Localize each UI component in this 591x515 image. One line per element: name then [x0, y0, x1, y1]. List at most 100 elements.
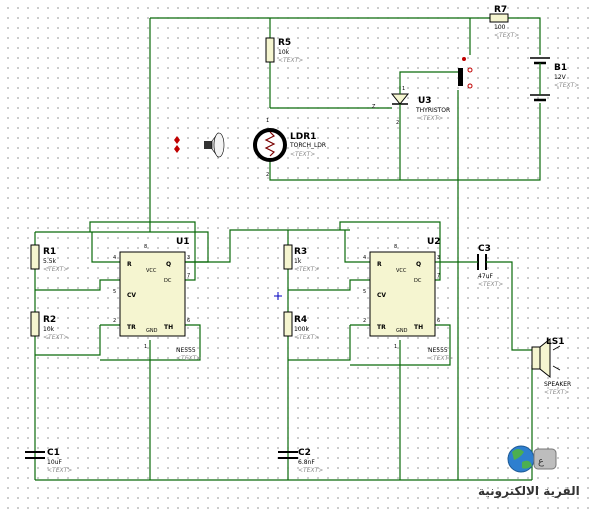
- ldr1-pin-top: 1: [266, 118, 269, 124]
- capacitor-c3[interactable]: C3 47uF <TEXT>: [475, 244, 503, 288]
- u2-pin-tr: TR: [377, 324, 386, 331]
- u1-pin-dc: DC: [164, 278, 172, 284]
- r3-value: 1k: [294, 258, 302, 265]
- b1-text: <TEXT>: [554, 82, 579, 89]
- u1-pin-th: TH: [164, 324, 173, 331]
- r4-text: <TEXT>: [294, 334, 319, 341]
- r4-value: 100k: [294, 326, 309, 333]
- c3-ref: C3: [478, 244, 491, 254]
- capacitor-c1[interactable]: C1 10uF <TEXT>: [25, 448, 72, 474]
- u1-pin-n4: 4: [113, 255, 116, 261]
- u1-pin-n2: 2: [113, 318, 116, 324]
- r1-value: 5.5k: [43, 258, 57, 265]
- r2-value: 10k: [43, 326, 55, 333]
- resistor-r5[interactable]: R5 10k <TEXT>: [265, 37, 303, 64]
- resistor-r3[interactable]: R3 1k <TEXT>: [283, 244, 319, 273]
- c3-text: <TEXT>: [478, 281, 503, 288]
- r3-ref: R3: [294, 247, 307, 257]
- ls1-body[interactable]: [531, 346, 541, 370]
- u2-pin-gnd: GND: [396, 328, 408, 334]
- r5-body[interactable]: [265, 37, 275, 63]
- r1-ref: R1: [43, 247, 56, 257]
- u2-pin-n6: 6: [437, 318, 440, 324]
- u2-pin-dc: DC: [414, 278, 422, 284]
- u3-gate-pin: Z: [372, 104, 376, 110]
- watermark-text: القرية الالكترونية: [478, 484, 580, 498]
- c1-value: 10uF: [47, 459, 62, 466]
- c2-ref: C2: [298, 448, 311, 458]
- r1-body[interactable]: [30, 244, 40, 270]
- speaker-ls1[interactable]: LS1 SPEAKER <TEXT>: [531, 337, 571, 396]
- wire-anode[interactable]: [399, 71, 458, 90]
- r2-ref: R2: [43, 315, 56, 325]
- u2-value: NE555: [428, 347, 448, 354]
- wire-u1-out[interactable]: [185, 229, 350, 263]
- u2-pin-vcc: VCC: [396, 268, 407, 274]
- ldr-ldr1[interactable]: 1 2 LDR1 TORCH_LDR <TEXT>: [253, 118, 326, 178]
- c1-ref: C1: [47, 448, 60, 458]
- r4-ref: R4: [294, 315, 307, 325]
- u2-pin-cv: CV: [377, 292, 386, 299]
- torch-icon[interactable]: [204, 132, 225, 158]
- ic-u1[interactable]: U1 R VCC Q DC CV TR GND TH 4 8 3 7 5 2 1…: [113, 237, 201, 362]
- u3-text: <TEXT>: [418, 115, 443, 122]
- ldr1-pin-bottom: 2: [266, 172, 269, 178]
- schematic-canvas[interactable]: R7 100 <TEXT> B1 12V <TEXT> R5 10k <TEXT…: [0, 0, 591, 515]
- u3-value: THYRISTOR: [415, 107, 450, 114]
- probe-icon[interactable]: [174, 136, 180, 153]
- switch-body[interactable]: [458, 68, 463, 86]
- u2-pin-r: R: [377, 261, 382, 268]
- r7-value: 100: [494, 24, 506, 31]
- r3-body[interactable]: [283, 244, 293, 270]
- ldr1-text: <TEXT>: [290, 151, 315, 158]
- thyristor-u3[interactable]: Z 1 2 U3 THYRISTOR <TEXT>: [372, 86, 450, 126]
- u1-pin-r: R: [127, 261, 132, 268]
- ldr1-value: TORCH_LDR: [289, 142, 326, 149]
- capacitor-c2[interactable]: C2 6.8nF <TEXT>: [278, 448, 323, 474]
- watermark-glyph: ع: [538, 456, 544, 467]
- resistor-r1[interactable]: R1 5.5k <TEXT>: [30, 244, 68, 273]
- u1-pin-gnd: GND: [146, 328, 158, 334]
- r1-text: <TEXT>: [43, 266, 68, 273]
- r4-body[interactable]: [283, 311, 293, 337]
- battery-b1[interactable]: B1 12V <TEXT>: [530, 57, 579, 102]
- u1-value: NE555: [176, 347, 196, 354]
- r7-text: <TEXT>: [494, 32, 519, 39]
- c2-value: 6.8nF: [298, 459, 315, 466]
- ic-u2[interactable]: U2 R VCC Q DC CV TR GND TH 4 8 3 7 5 2 1…: [363, 237, 453, 362]
- u1-pin-cv: CV: [127, 292, 136, 299]
- r5-value: 10k: [278, 49, 290, 56]
- u1-pin-vcc: VCC: [146, 268, 157, 274]
- u3-ref: U3: [418, 96, 432, 106]
- r2-text: <TEXT>: [43, 334, 68, 341]
- u1-pin-n6: 6: [187, 318, 190, 324]
- r3-text: <TEXT>: [294, 266, 319, 273]
- u2-pin-n7: 7: [437, 273, 440, 279]
- u1-pin-tr: TR: [127, 324, 136, 331]
- u3-anode-pin: 1: [402, 86, 405, 92]
- ldr1-ref: LDR1: [290, 132, 316, 142]
- ls1-value: SPEAKER: [544, 381, 571, 388]
- u2-pin-th: TH: [414, 324, 423, 331]
- u2-text: <TEXT>: [428, 355, 453, 362]
- resistor-r7[interactable]: R7 100 <TEXT>: [489, 5, 519, 39]
- u2-pin-n3: 3: [437, 255, 440, 261]
- resistor-r4[interactable]: R4 100k <TEXT>: [283, 311, 319, 341]
- u1-pin-n1: 1: [144, 344, 147, 350]
- u3-body[interactable]: [390, 93, 410, 105]
- u2-pin-n1: 1: [394, 344, 397, 350]
- schematic-svg: R7 100 <TEXT> B1 12V <TEXT> R5 10k <TEXT…: [25, 5, 579, 481]
- r7-ref: R7: [494, 5, 507, 15]
- r2-body[interactable]: [30, 311, 40, 337]
- resistor-r2[interactable]: R2 10k <TEXT>: [30, 311, 68, 341]
- c1-text: <TEXT>: [47, 467, 72, 474]
- u2-pin-n2: 2: [363, 318, 366, 324]
- u1-pin-n8: 8: [144, 244, 147, 250]
- c2-text: <TEXT>: [298, 467, 323, 474]
- r7-body[interactable]: [489, 13, 509, 23]
- switch[interactable]: [458, 57, 473, 89]
- u1-ref: U1: [176, 237, 190, 247]
- wire-u2-reset[interactable]: [344, 230, 370, 263]
- wire-c3-speaker[interactable]: [490, 261, 532, 351]
- origin-marker: [274, 292, 282, 300]
